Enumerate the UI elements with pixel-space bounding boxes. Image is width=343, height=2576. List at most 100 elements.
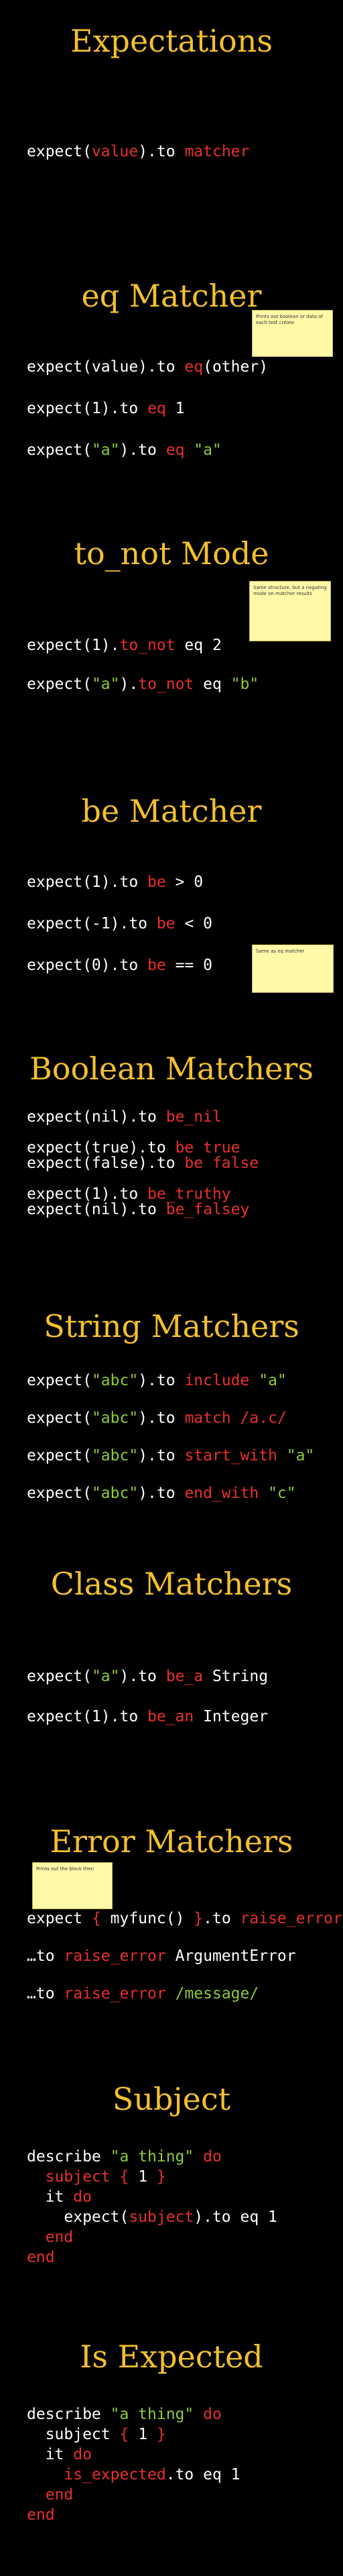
code-token: be [147,957,166,974]
code-token: ).to [138,1409,185,1427]
code-token: > 0 [165,873,204,891]
code-token: end [27,2249,55,2266]
code-line: end [27,2485,343,2505]
code-token: .to [203,1910,241,1927]
code-token: "a" [259,1372,287,1389]
code-line: it do [27,2445,343,2465]
code-token: < 0 [175,915,212,932]
code-token: expect( [27,1372,92,1389]
code-token: end [45,2486,74,2504]
sticky-note: Same structure, but a negating mode on m… [249,581,331,641]
code-block: expect("a").to be_a String expect(1).to … [27,1666,343,1727]
code-token: be_nil [165,1108,222,1126]
code-token: include [184,1372,250,1389]
code-token: "a thing" [110,2406,194,2423]
code-token: "a" [91,1668,120,1685]
code-token: describe [27,2406,111,2423]
code-block: expect(value).to eq(other) expect(1).to … [27,357,343,461]
slide-title: Expectations [70,23,273,59]
code-token: …to [27,1985,64,2002]
code-token: /a.c/ [240,1409,287,1427]
code-token: matcher [184,143,250,160]
code-token: be_an [147,1708,194,1725]
code-token: } [194,1910,204,1927]
code-line: expect("abc").to include "a" [27,1371,343,1390]
code-block: expect(nil).to be_nil expect(true).to be… [27,1110,343,1218]
code-token: expect(value).to [27,358,185,376]
code-line: expect("abc").to end_with "c" [27,1484,343,1503]
code-token: be [156,915,176,932]
code-token: ).to eq 1 [194,2208,277,2226]
code-token: ). [119,676,139,693]
code-token: 1 [165,400,185,417]
slide-title: be Matcher [81,793,262,829]
code-token: subject [45,2168,111,2186]
code-token: raise_error [64,1947,166,1965]
slide-title: Error Matchers [50,1823,293,1860]
code-token: /message/ [175,1985,259,2002]
slide-title: Boolean Matchers [29,1051,314,1087]
code-token: { [91,1910,101,1927]
code-token: expect(false).to [27,1155,185,1172]
code-line: expect("abc").to start_with "a" [27,1446,343,1465]
code-token: be_falsey [165,1201,250,1218]
code-token: expect( [27,676,92,693]
code-token: expect [27,1910,92,1927]
code-token: …to [27,1947,64,1965]
code-token: match [184,1409,231,1427]
slide-title: Subject [112,2081,231,2117]
slide-title: Class Matchers [50,1566,293,1602]
code-token: ).to [138,1485,185,1502]
code-token: (other) [203,358,269,376]
code-token: expect( [27,1485,92,1502]
code-line: expect(value).to matcher [27,142,343,162]
code-token: eq [165,441,185,459]
code-token: ArgumentError [165,1947,296,1965]
code-token: "a" [194,441,222,459]
code-line: subject { 1 } [27,2424,343,2445]
code-token: 1 [129,2168,157,2186]
code-token: "abc" [91,1447,139,1464]
code-token: it [27,2188,74,2206]
code-token: to_not [138,676,194,693]
code-token: eq [184,358,204,376]
code-line: describe "a thing" do [27,2404,343,2424]
code-token: is_expected [64,2466,166,2483]
code-token: } [156,2426,166,2443]
code-token: be_a [165,1668,204,1685]
code-line: expect(1).to be > 0 [27,872,343,893]
sticky-note: Prints out the block then [32,1862,113,1909]
code-token: do [73,2446,92,2463]
code-token: "a thing" [110,2148,194,2165]
code-token: subject [129,2208,194,2226]
code-token: "a" [91,676,120,693]
code-line: expect { myfunc() }.to raise_error [27,1909,343,1928]
code-block: expect(1).to be > 0 expect(-1).to be < 0… [27,872,343,976]
code-token: { [119,2426,129,2443]
slide-title: to_not Mode [74,535,269,572]
code-token: == 0 [165,957,212,974]
code-line: end [27,2247,343,2267]
code-token: ).to [138,1372,185,1389]
code-token: expect( [27,1447,92,1464]
code-block: expect { myfunc() }.to raise_error …to r… [27,1909,343,2003]
code-line: expect(1).to be_an Integer [27,1707,343,1727]
code-line: expect(-1).to be < 0 [27,914,343,934]
code-token: be false [184,1155,259,1172]
code-token: expect(nil).to [27,1108,166,1126]
